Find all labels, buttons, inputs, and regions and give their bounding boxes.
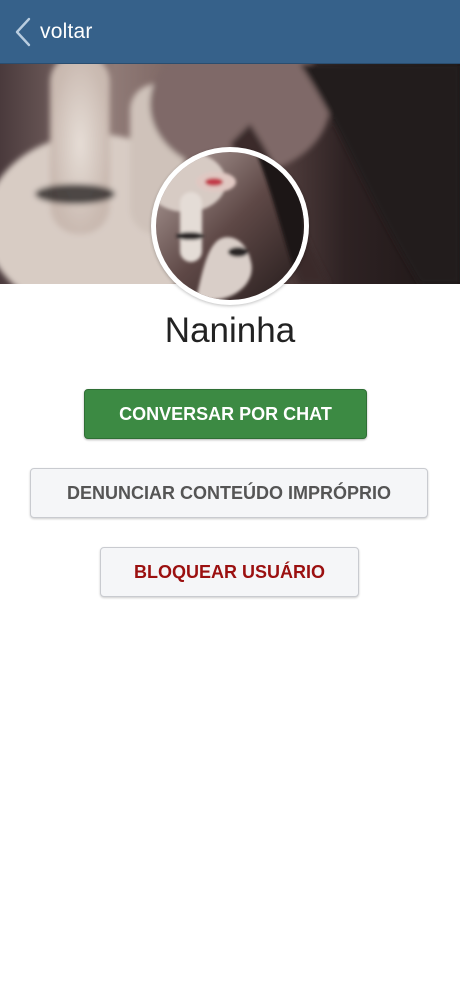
top-navbar: voltar (0, 0, 460, 64)
back-label: voltar (40, 19, 93, 43)
avatar[interactable] (151, 147, 309, 305)
avatar-photo (156, 152, 304, 300)
chat-button[interactable]: CONVERSAR POR CHAT (84, 389, 367, 439)
chevron-left-icon (14, 16, 32, 48)
back-button[interactable]: voltar (0, 0, 93, 64)
report-button-label: DENUNCIAR CONTEÚDO IMPRÓPRIO (66, 482, 391, 503)
report-content-button[interactable]: DENUNCIAR CONTEÚDO IMPRÓPRIO (30, 468, 428, 518)
block-button-label: BLOQUEAR USUÁRIO (133, 561, 325, 582)
profile-screen: voltar Naninha CONVERSAR POR CHAT DENUNC… (0, 0, 460, 996)
chat-button-label: CONVERSAR POR CHAT (119, 403, 332, 424)
profile-name: Naninha (164, 311, 296, 350)
block-user-button[interactable]: BLOQUEAR USUÁRIO (100, 547, 359, 597)
